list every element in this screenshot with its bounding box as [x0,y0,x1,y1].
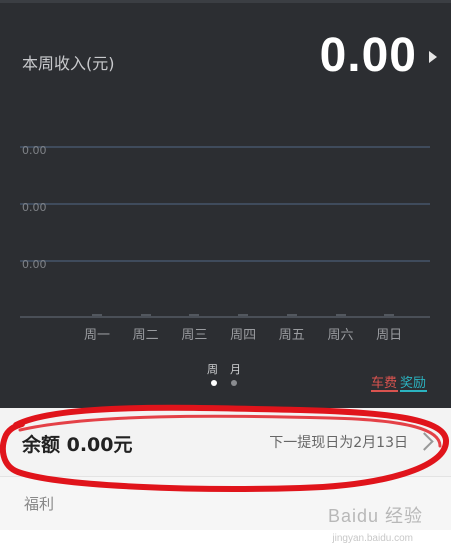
chart-gridline [20,203,430,205]
bar-bonus [189,314,200,316]
legend-bonus: 奖励 [400,376,427,391]
y-tick-label: 0.00 [22,258,47,271]
tab-month[interactable]: 月 [230,361,241,377]
chart-baseline [20,316,430,318]
page-dot-active [211,380,217,386]
balance-row[interactable]: 余额 0.00元 下一提现日为2月13日 [0,408,451,476]
page-dot-inactive [231,380,237,386]
bar-bonus [384,314,395,316]
week-income-label: 本周收入(元) [22,54,115,73]
bar-bonus [238,314,249,316]
x-tick-label: 周六 [327,328,354,343]
triangle-right-icon[interactable] [429,51,437,63]
y-tick-label: 0.00 [22,201,47,214]
x-tick-label: 周四 [230,328,257,343]
legend-fare: 车费 [371,376,398,391]
next-withdrawal-date: 下一提现日为2月13日 [269,435,408,451]
legend-fare-bar [371,390,398,392]
bar-bonus [140,314,151,316]
y-tick-label: 0.00 [22,144,47,157]
legend-bonus-bar [400,390,427,392]
week-income-value[interactable]: 0.00 [320,28,417,83]
bar-bonus [286,314,297,316]
balance-label: 余额 0.00元 [22,434,133,456]
watermark: Baidu 经验 [327,506,423,526]
benefits-title: 福利 [24,495,55,513]
income-panel: 本周收入(元) 0.00 0.00 0.00 0.00 周一 周二 周三 周四 周五 周六… [0,0,451,408]
x-tick-label: 周五 [278,328,305,343]
x-tick-label: 周三 [181,328,208,343]
watermark-url: jingyan.baidu.com [332,533,413,544]
x-tick-label: 周一 [83,328,110,343]
x-tick-label: 周日 [376,328,403,343]
tab-week[interactable]: 周 [207,361,218,377]
x-tick-label: 周二 [132,328,159,343]
bar-bonus [335,314,346,316]
chart-gridline [20,260,430,262]
chevron-right-icon [415,432,434,451]
chart-gridline [20,146,430,148]
bar-bonus [92,314,102,316]
top-divider [0,0,451,3]
